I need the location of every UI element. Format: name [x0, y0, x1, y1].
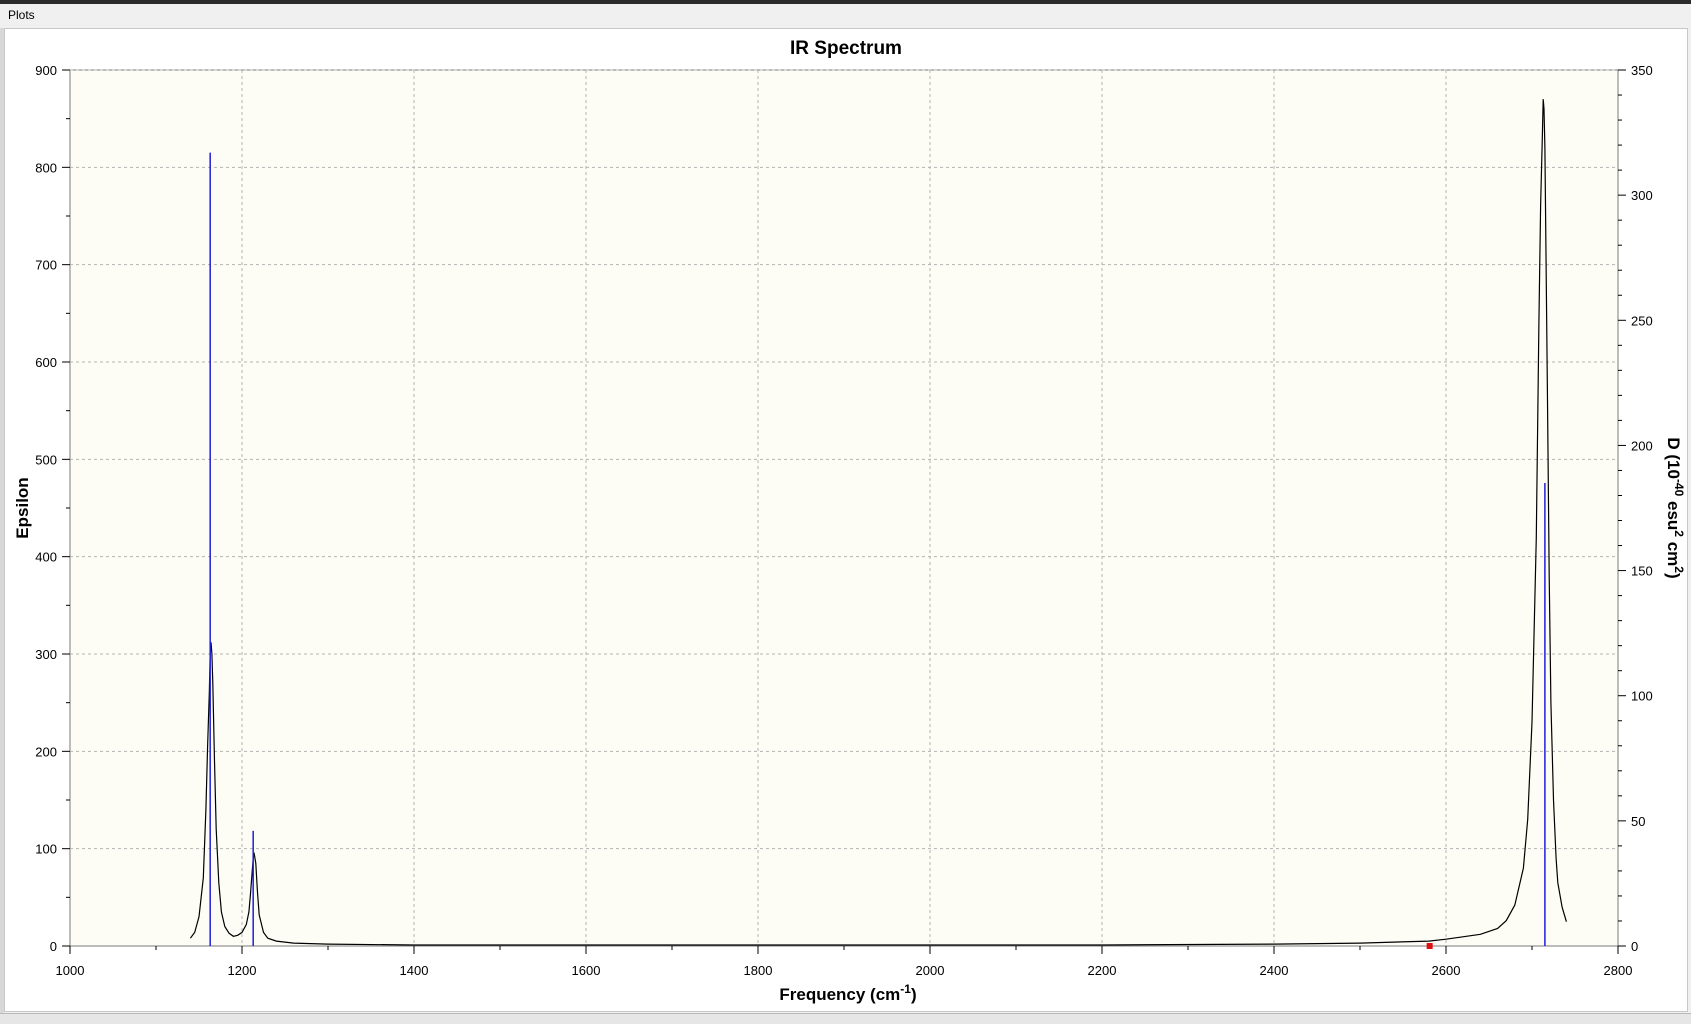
y2-tick-label: 50 — [1631, 814, 1645, 829]
plot-area[interactable] — [69, 69, 1619, 947]
ir-spectrum-chart[interactable]: 1000 1200 1400 1600 1800 2000 2200 2400 2600 2800… — [0, 0, 1691, 1023]
x-axis-title: Frequency (cm-1) — [779, 982, 916, 1004]
x-tick-label: 2400 — [1260, 963, 1289, 978]
y2-axis-title: D (10-40 esu2 cm2) — [1664, 437, 1686, 578]
y2-tick-label: 350 — [1631, 63, 1653, 78]
y-tick-label: 400 — [35, 550, 57, 565]
x-tick-label: 1600 — [572, 963, 601, 978]
y-tick-label: 300 — [35, 647, 57, 662]
x-tick-label: 1400 — [400, 963, 429, 978]
y2-tick-label: 300 — [1631, 188, 1653, 203]
status-bar — [0, 1013, 1691, 1024]
y2-tick-label: 0 — [1631, 939, 1638, 954]
y2-tick-label: 150 — [1631, 564, 1653, 579]
y-tick-label: 200 — [35, 744, 57, 759]
x-tick-label: 1200 — [228, 963, 257, 978]
position-marker[interactable] — [1426, 943, 1433, 949]
x-tick-label: 2600 — [1432, 963, 1461, 978]
x-tick-label: 2000 — [916, 963, 945, 978]
x-tick-label: 1000 — [56, 963, 85, 978]
y2-tick-label: 100 — [1631, 689, 1653, 704]
y-tick-label: 900 — [35, 63, 57, 78]
y-tick-label: 700 — [35, 258, 57, 273]
x-tick-label: 1800 — [744, 963, 773, 978]
y-tick-label: 600 — [35, 355, 57, 370]
y2-tick-label: 250 — [1631, 313, 1653, 328]
y2-tick-label: 200 — [1631, 438, 1653, 453]
x-tick-label: 2800 — [1604, 963, 1633, 978]
chart-title: IR Spectrum — [790, 38, 902, 59]
y-tick-label: 100 — [35, 842, 57, 857]
y-tick-label: 500 — [35, 452, 57, 467]
y-tick-label: 0 — [50, 939, 57, 954]
x-tick-label: 2200 — [1088, 963, 1117, 978]
y-axis-title: Epsilon — [13, 477, 32, 538]
y-tick-label: 800 — [35, 160, 57, 175]
